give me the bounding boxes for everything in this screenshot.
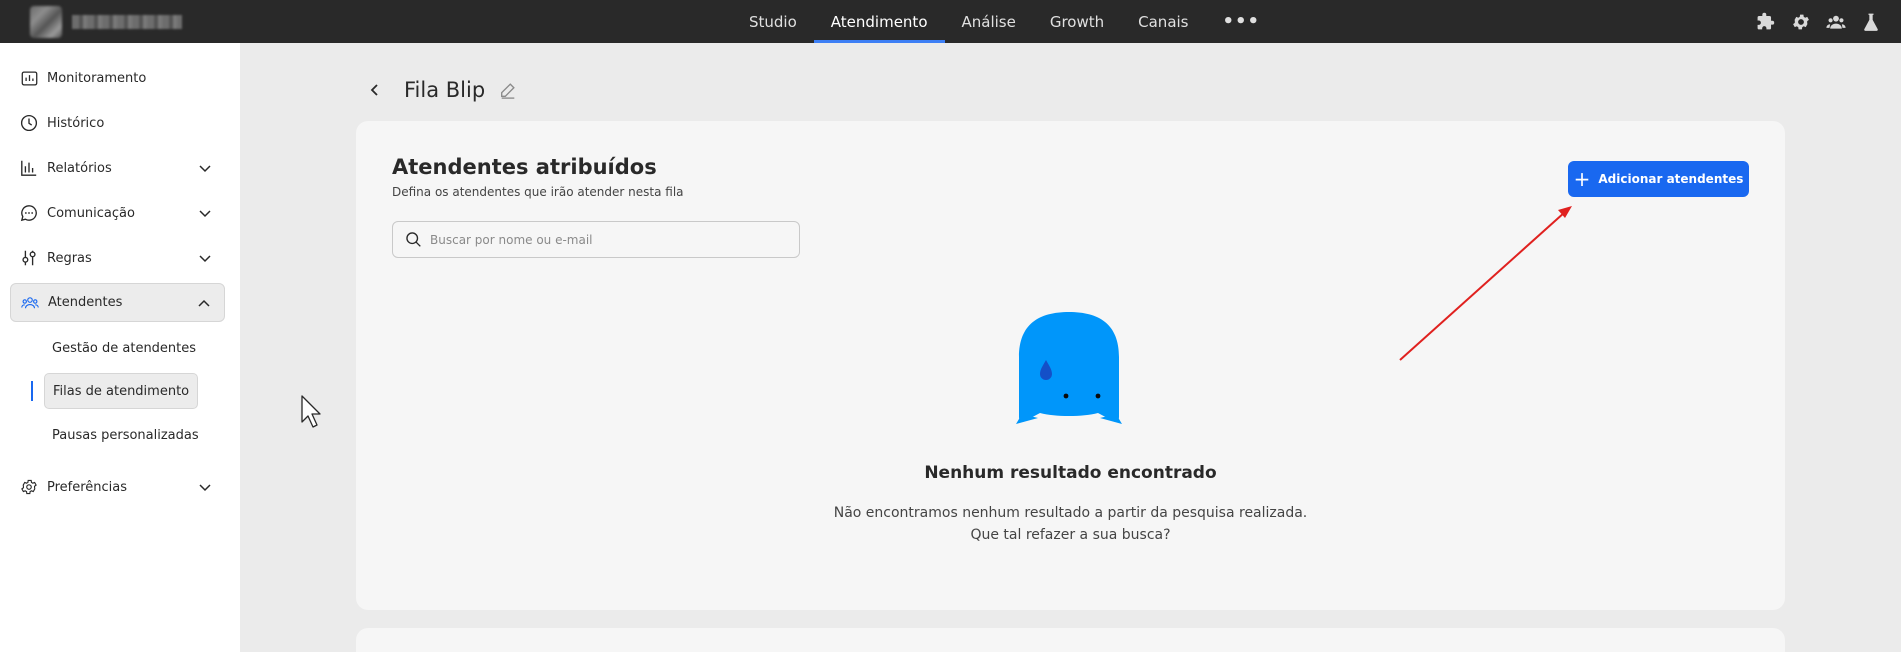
empty-state-line: Não encontramos nenhum resultado a parti… <box>833 505 1308 521</box>
more-menu-icon[interactable]: ••• <box>1206 0 1278 43</box>
workspace-name-blurred <box>72 15 182 29</box>
chevron-down-icon[interactable] <box>197 250 213 266</box>
page-header: Fila Blip <box>366 78 517 102</box>
sidebar-subitem-label: Pausas personalizadas <box>52 427 199 443</box>
clock-icon <box>20 114 38 132</box>
top-right-icons <box>1755 0 1881 43</box>
chat-bubble-icon <box>20 204 38 222</box>
empty-state-text: Não encontramos nenhum resultado a parti… <box>356 502 1785 546</box>
sidebar-subitem-gestao[interactable]: Gestão de atendentes <box>44 330 204 366</box>
sidebar-item-comunicacao[interactable]: Comunicação <box>10 193 225 233</box>
empty-state-title: Nenhum resultado encontrado <box>924 463 1217 483</box>
sidebar-item-label: Comunicação <box>47 205 135 221</box>
sad-blip-illustration <box>1016 312 1122 424</box>
top-bar: Studio Atendimento Análise Growth Canais… <box>0 0 1901 43</box>
plus-icon: + <box>1573 167 1591 191</box>
nav-canais[interactable]: Canais <box>1121 0 1205 43</box>
sidebar-item-label: Preferências <box>47 479 128 495</box>
users-icon <box>21 294 39 312</box>
sidebar-item-label: Atendentes <box>48 295 123 310</box>
sidebar-subitem-label: Gestão de atendentes <box>52 340 197 356</box>
chevron-down-icon[interactable] <box>197 160 213 176</box>
sidebar-item-preferencias[interactable]: Preferências <box>10 467 225 507</box>
chevron-down-icon[interactable] <box>197 205 213 221</box>
puzzle-icon[interactable] <box>1755 11 1776 32</box>
sidebar-item-regras[interactable]: Regras <box>10 238 225 278</box>
card-title: Atendentes atribuídos <box>392 155 657 179</box>
gear-icon[interactable] <box>1790 11 1811 32</box>
nav-atendimento[interactable]: Atendimento <box>813 0 945 43</box>
sidebar-item-relatorios[interactable]: Relatórios <box>10 148 225 188</box>
users-icon[interactable] <box>1825 11 1846 32</box>
mouse-cursor-icon <box>301 395 321 428</box>
brand[interactable] <box>30 6 182 38</box>
search-icon <box>406 232 421 247</box>
sidebar-item-historico[interactable]: Histórico <box>10 103 225 143</box>
add-agents-button[interactable]: + Adicionar atendentes <box>1568 161 1749 197</box>
main-nav: Studio Atendimento Análise Growth Canais… <box>732 0 1277 43</box>
bar-chart-icon <box>20 159 38 177</box>
sidebar-item-monitoramento[interactable]: Monitoramento <box>10 58 225 98</box>
active-indicator <box>31 381 33 401</box>
pencil-edit-icon[interactable] <box>499 81 517 99</box>
sidebar-subitem-filas[interactable]: Filas de atendimento <box>44 373 199 409</box>
secondary-card <box>356 628 1785 652</box>
sliders-icon <box>20 249 38 267</box>
workspace-avatar <box>30 6 62 38</box>
sidebar-subitem-label: Filas de atendimento <box>53 383 190 399</box>
chevron-down-icon[interactable] <box>197 479 213 495</box>
flask-icon[interactable] <box>1860 11 1881 32</box>
empty-state-line: Que tal refazer a sua busca? <box>970 527 1171 543</box>
nav-analise[interactable]: Análise <box>945 0 1033 43</box>
sidebar-item-label: Regras <box>47 250 92 266</box>
back-arrow-icon[interactable] <box>366 81 384 99</box>
search-field[interactable] <box>392 221 800 258</box>
sidebar-subitem-pausas[interactable]: Pausas personalizadas <box>44 417 207 453</box>
sidebar-item-atendentes[interactable]: Atendentes <box>10 283 225 322</box>
card-subtitle: Defina os atendentes que irão atender ne… <box>392 185 684 199</box>
assigned-agents-card: Atendentes atribuídos Defina os atendent… <box>356 121 1785 610</box>
nav-studio[interactable]: Studio <box>732 0 814 43</box>
sidebar-item-label: Relatórios <box>47 160 112 176</box>
sidebar-item-label: Monitoramento <box>47 70 147 86</box>
gear-icon <box>20 478 38 496</box>
add-agents-label: Adicionar atendentes <box>1598 172 1744 186</box>
sidebar: Monitoramento Histórico Relatórios Comun… <box>0 43 240 652</box>
chevron-up-icon[interactable] <box>196 296 212 312</box>
monitor-chart-icon <box>20 69 38 87</box>
page-title: Fila Blip <box>404 78 486 102</box>
sidebar-item-label: Histórico <box>47 115 105 131</box>
search-input[interactable] <box>430 232 790 247</box>
nav-growth[interactable]: Growth <box>1033 0 1121 43</box>
